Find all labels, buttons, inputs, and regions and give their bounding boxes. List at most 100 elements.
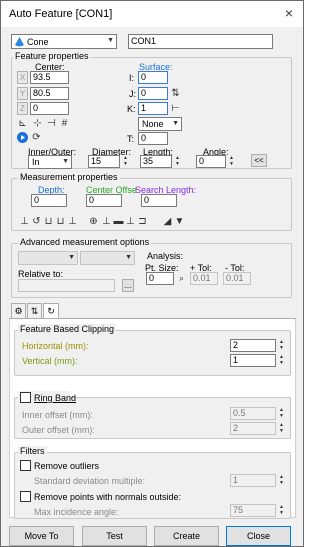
center-x-input[interactable]: 93.5 — [30, 71, 69, 84]
search-length-input[interactable]: 0 — [141, 194, 177, 207]
filters-legend: Filters — [18, 446, 47, 456]
center-z-input[interactable]: 0 — [30, 102, 69, 115]
settings-cycle-icon[interactable]: ⟳ — [30, 131, 43, 144]
t-label: T: — [127, 134, 135, 144]
outer-offset-input: 2 — [230, 422, 276, 435]
outer-offset-label: Outer offset (mm): — [22, 425, 95, 435]
angle-input[interactable]: 0 — [196, 155, 226, 168]
target-icon[interactable]: ⊕ — [87, 215, 100, 228]
surface-k-input[interactable]: 1 — [138, 102, 168, 115]
z-axis-button[interactable]: Z — [17, 102, 28, 115]
ring-band-checkbox[interactable] — [20, 392, 31, 403]
magnify-icon[interactable]: ⌕ — [175, 272, 188, 285]
auto-feature-window: Auto Feature [CON1] × Cone ▼ CON1 Featur… — [0, 0, 304, 547]
outer-offset-spinner: ▲ ▼ — [279, 422, 284, 434]
vertical-label: Vertical (mm): — [22, 356, 78, 366]
angle-spinner[interactable]: ▲ ▼ — [227, 155, 236, 168]
analysis-label: Analysis: — [147, 251, 184, 261]
depth-input[interactable]: 0 — [31, 194, 67, 207]
advanced-options-legend: Advanced measurement options — [18, 237, 152, 247]
plus-tol-input: 0.01 — [190, 272, 218, 285]
chevron-down-icon: ▼ — [62, 158, 69, 165]
horizontal-input[interactable]: 2 — [230, 339, 276, 352]
length-input[interactable]: 35 — [140, 155, 172, 168]
horizontal-label: Horizontal (mm): — [22, 341, 89, 351]
ring-band-label: Ring Band — [34, 393, 77, 403]
y-axis-button[interactable]: Y — [17, 87, 28, 100]
thickness-input[interactable]: 0 — [138, 132, 168, 145]
collapse-button[interactable]: << — [251, 154, 267, 167]
max-angle-input: 75 — [230, 504, 276, 517]
cone-icon — [15, 37, 24, 47]
diameter-input[interactable]: 15 — [88, 155, 120, 168]
feature-clipping-legend: Feature Based Clipping — [18, 324, 117, 334]
test-button[interactable]: Test — [82, 526, 147, 546]
remove-outliers-checkbox[interactable] — [20, 460, 31, 471]
x-axis-button[interactable]: X — [17, 71, 28, 84]
remove-outliers-label: Remove outliers — [34, 461, 100, 471]
remove-normals-checkbox[interactable] — [20, 491, 31, 502]
inner-offset-label: Inner offset (mm): — [22, 410, 93, 420]
vertical-spinner[interactable]: ▲ ▼ — [277, 354, 286, 367]
surface-j-input[interactable]: 0 — [138, 87, 168, 100]
measurement-properties-legend: Measurement properties — [18, 172, 120, 182]
inner-outer-select[interactable]: In ▼ — [28, 155, 72, 169]
window-title: Auto Feature [CON1] — [9, 8, 113, 20]
relative-to-input — [18, 279, 115, 292]
filter-icon[interactable]: ▼ — [173, 215, 186, 228]
browse-button[interactable]: ... — [122, 279, 134, 292]
remove-normals-label: Remove points with normals outside: — [34, 492, 182, 502]
minus-tol-input: 0.01 — [223, 272, 251, 285]
center-y-input[interactable]: 80.5 — [30, 87, 69, 100]
feature-properties-legend: Feature properties — [13, 51, 91, 61]
horizontal-spinner[interactable]: ▲ ▼ — [277, 339, 286, 352]
settings-icon: ⚙ — [14, 306, 23, 316]
diameter-spinner[interactable]: ▲ ▼ — [121, 155, 130, 168]
refresh-icon: ↻ — [47, 306, 55, 316]
i-label: I: — [129, 73, 135, 83]
inner-offset-spinner: ▲ ▼ — [279, 407, 284, 419]
advanced-mode-select: ▼ — [18, 251, 78, 265]
close-button[interactable]: Close — [226, 526, 291, 546]
feature-type-select[interactable]: Cone ▼ — [11, 34, 117, 49]
std-multiple-input: 1 — [230, 474, 276, 487]
vector-mode-select[interactable]: None ▼ — [138, 117, 182, 131]
relative-to-label: Relative to: — [18, 269, 64, 279]
flip-vector-icon[interactable]: ⇅ — [169, 87, 182, 100]
play-icon[interactable] — [17, 132, 28, 143]
chevron-down-icon: ▼ — [125, 254, 132, 261]
length-spinner[interactable]: ▲ ▼ — [173, 155, 182, 168]
move-to-button[interactable]: Move To — [9, 526, 74, 546]
max-angle-spinner: ▲ ▼ — [279, 504, 284, 516]
span-tool-icon[interactable]: ⊣ — [45, 117, 58, 130]
std-multiple-spinner: ▲ ▼ — [279, 474, 284, 486]
tab-settings[interactable]: ⚙ — [11, 303, 26, 319]
vertical-input[interactable]: 1 — [230, 354, 276, 367]
cross-point-icon[interactable]: ⊹ — [31, 117, 44, 130]
std-multiple-label: Standard deviation multiple: — [34, 476, 146, 486]
title-bar: Auto Feature [CON1] × — [1, 1, 303, 27]
feature-clipping-group — [14, 330, 291, 376]
max-angle-label: Max incidence angle: — [34, 507, 119, 517]
inner-offset-input: 0.5 — [230, 407, 276, 420]
close-icon[interactable]: × — [281, 5, 297, 21]
feature-name-input[interactable]: CON1 — [128, 34, 273, 49]
sort-icon: ⇅ — [30, 306, 39, 316]
center-offset-input[interactable]: 0 — [86, 194, 122, 207]
height-measure-icon[interactable]: ⊥ — [66, 215, 79, 228]
surface-i-input[interactable]: 0 — [138, 71, 168, 84]
tab-divider — [9, 318, 296, 319]
edge-icon[interactable]: ⊐ — [136, 215, 149, 228]
create-button[interactable]: Create — [154, 526, 219, 546]
pt-size-input[interactable]: 0 — [146, 272, 174, 285]
j-label: J: — [129, 89, 137, 99]
tab-sort[interactable]: ⇅ — [27, 303, 42, 319]
vector-mode-value: None — [142, 119, 164, 129]
normal-vector-icon[interactable]: ⊢ — [169, 102, 182, 115]
k-label: K: — [127, 104, 136, 114]
point-tool-icon[interactable]: ⊾ — [16, 117, 29, 130]
chevron-down-icon: ▼ — [68, 254, 75, 261]
grid-tool-icon[interactable]: # — [58, 117, 71, 130]
tab-clipping[interactable]: ↻ — [43, 303, 59, 319]
inner-outer-value: In — [32, 157, 40, 167]
